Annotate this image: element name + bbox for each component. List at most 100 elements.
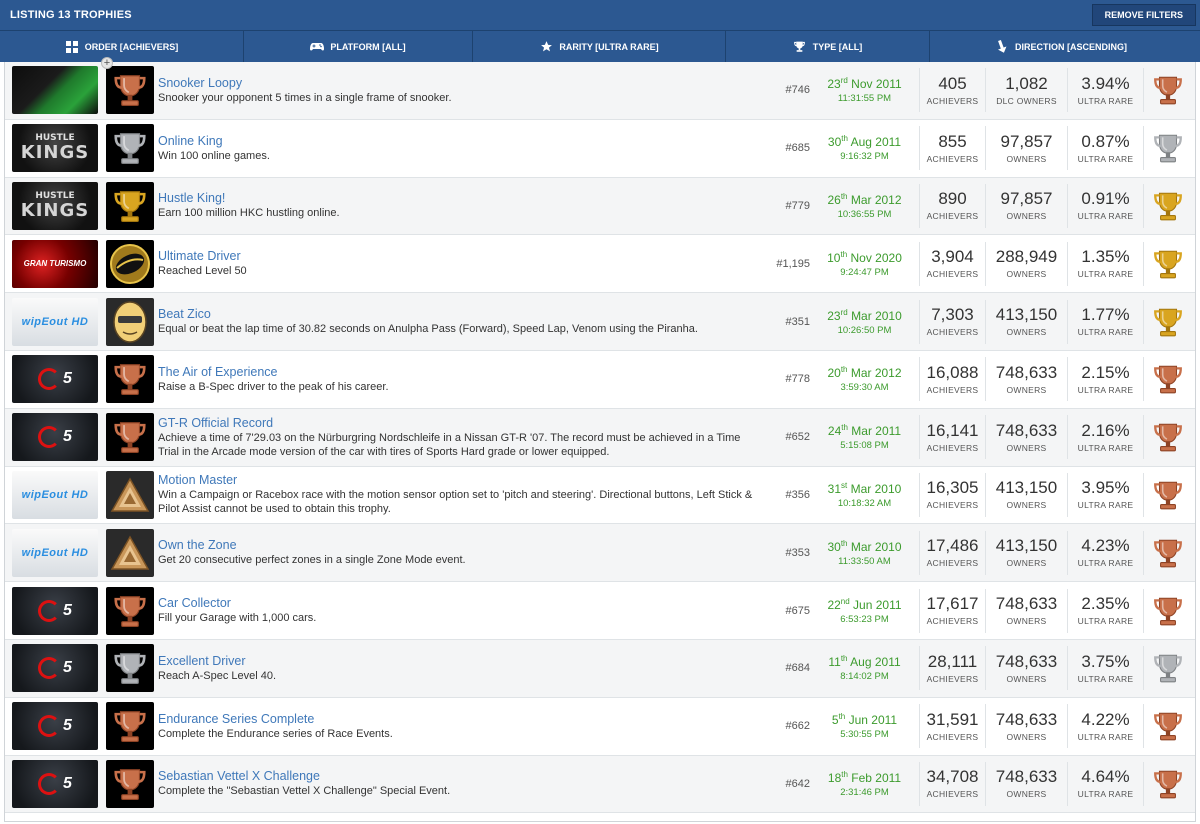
game-image[interactable]: GRAN TURISMO: [12, 239, 98, 288]
trophy-row[interactable]: 5 Endurance Series Complete Complete the …: [5, 697, 1195, 756]
game-image[interactable]: wipEout HD: [12, 528, 98, 577]
trophy-row[interactable]: wipEout HD Own the Zone Get 20 consecutive…: [5, 524, 1195, 583]
trophy-rank: #652: [785, 431, 810, 444]
trophy-row[interactable]: 5 GT-R Official Record Achieve a time of …: [5, 408, 1195, 467]
trophy-description: Win a Campaign or Racebox race with the …: [158, 489, 753, 516]
remove-filters-button[interactable]: REMOVE FILTERS: [1091, 4, 1196, 26]
date-day: 23: [827, 308, 841, 323]
game-image[interactable]: wipEout HD: [12, 470, 98, 519]
trophy-rank: #778: [785, 373, 810, 386]
earned-date: 23rd Nov 2011 11:31:55 PM: [810, 68, 920, 113]
game-image[interactable]: 5: [12, 413, 98, 462]
trophy-name-link[interactable]: Car Collector: [158, 596, 754, 611]
trophy-name-link[interactable]: Motion Master: [158, 473, 754, 488]
game-image[interactable]: 5: [12, 355, 98, 404]
trophy-image[interactable]: [106, 66, 154, 115]
filter-star[interactable]: RARITY [ULTRA RARE]: [472, 31, 725, 62]
date-day: 18: [827, 770, 842, 785]
filter-gamepad[interactable]: PLATFORM [ALL]: [243, 31, 472, 62]
rarity-stat: 2.16% ULTRA RARE: [1068, 415, 1144, 460]
achievers-label: ACHIEVERS: [926, 327, 979, 338]
trophy-icon: [793, 40, 807, 54]
trophy-image[interactable]: [106, 702, 154, 751]
trophy-name-link[interactable]: Endurance Series Complete: [158, 712, 754, 727]
trophy-name-link[interactable]: Sebastian Vettel X Challenge: [158, 769, 754, 784]
trophy-row[interactable]: 5 Excellent Driver Reach A-Spec Level 40.…: [5, 639, 1195, 698]
trophy-row[interactable]: GRAN TURISMO Ultimate Driver Reached Level…: [5, 235, 1195, 294]
trophy-image[interactable]: [106, 124, 154, 173]
trophy-image[interactable]: [106, 355, 154, 404]
trophy-name-link[interactable]: Online King: [158, 134, 754, 149]
trophy-name-link[interactable]: Excellent Driver: [158, 654, 754, 669]
trophy-row[interactable]: wipEout HD Beat Zico Equal or beat the lap…: [5, 293, 1195, 351]
star-icon: [539, 40, 553, 54]
trophy-description: Raise a B-Spec driver to the peak of his…: [158, 380, 389, 393]
rarity-label: ULTRA RARE: [1077, 95, 1134, 106]
trophy-row[interactable]: wipEout HD Motion Master Win a Campaign or…: [5, 466, 1195, 525]
achievers-stat: 7,303 ACHIEVERS: [920, 299, 986, 344]
trophy-image[interactable]: [106, 239, 154, 288]
trophy-name-link[interactable]: Own the Zone: [158, 538, 754, 553]
trophy-image[interactable]: [106, 644, 154, 693]
trophy-name-link[interactable]: The Air of Experience: [158, 365, 754, 380]
owners-count: 748,633: [995, 362, 1058, 382]
trophy-image[interactable]: [106, 759, 154, 808]
trophy-image[interactable]: [106, 297, 154, 346]
expand-plus-icon[interactable]: +: [101, 57, 113, 69]
trophy-info: Snooker Loopy Snooker your opponent 5 tim…: [158, 76, 754, 105]
game-image[interactable]: HUSTLE KINGS: [12, 181, 98, 230]
game-image[interactable]: 5: [12, 586, 98, 635]
trophy-name-link[interactable]: Beat Zico: [158, 307, 754, 322]
rarity-stat: 3.75% ULTRA RARE: [1068, 646, 1144, 691]
trophy-rank: #1,195: [776, 257, 810, 270]
rarity-stat: 0.91% ULTRA RARE: [1068, 183, 1144, 228]
game-image[interactable]: 5: [12, 702, 98, 751]
achievers-label: ACHIEVERS: [926, 95, 979, 106]
earned-time: 10:26:50 PM: [837, 324, 892, 336]
game-image[interactable]: 5: [12, 759, 98, 808]
trophy-name-link[interactable]: Ultimate Driver: [158, 249, 754, 264]
trophy-image[interactable]: [106, 586, 154, 635]
earned-time: 9:16:32 PM: [840, 151, 889, 163]
trophy-name-link[interactable]: Hustle King!: [158, 191, 754, 206]
rarity-label: ULTRA RARE: [1077, 269, 1134, 280]
trophy-row[interactable]: 5 Car Collector Fill your Garage with 1,0…: [5, 582, 1195, 640]
trophy-image[interactable]: [106, 528, 154, 577]
rarity-label: ULTRA RARE: [1077, 327, 1134, 338]
earned-date: 24th Mar 2011 5:15:08 PM: [810, 415, 920, 460]
date-suffix: th: [840, 191, 848, 201]
trophy-name-link[interactable]: GT-R Official Record: [158, 416, 754, 431]
filter-arrow-down[interactable]: DIRECTION [ASCENDING]: [929, 31, 1192, 62]
trophy-name-link[interactable]: Snooker Loopy: [158, 76, 754, 91]
earned-date: 22nd Jun 2011 6:53:23 PM: [810, 588, 920, 633]
game-image[interactable]: [12, 66, 98, 115]
game-image[interactable]: 5: [12, 644, 98, 693]
gamepad-icon: [310, 40, 325, 54]
trophy-image[interactable]: [106, 413, 154, 462]
trophy-row[interactable]: HUSTLE KINGS Hustle King! Earn 100 million…: [5, 177, 1195, 236]
trophy-row[interactable]: + Snooker Loopy Snooker your opponent 5 ti…: [5, 57, 1195, 120]
trophy-row[interactable]: HUSTLE KINGS Online King Win 100 online ga…: [5, 119, 1195, 178]
game-image[interactable]: wipEout HD: [12, 297, 98, 346]
owners-label: OWNERS: [1006, 153, 1047, 164]
achievers-label: ACHIEVERS: [926, 269, 979, 280]
game-image[interactable]: HUSTLE KINGS: [12, 124, 98, 173]
trophy-row[interactable]: 5 The Air of Experience Raise a B-Spec dr…: [5, 350, 1195, 409]
trophy-info: Online King Win 100 online games.: [158, 134, 754, 163]
trophy-image[interactable]: [106, 470, 154, 519]
trophy-image[interactable]: [106, 181, 154, 230]
rarity-label: ULTRA RARE: [1077, 616, 1134, 627]
achievers-count: 28,111: [927, 651, 978, 671]
trophy-rank: #351: [785, 315, 810, 328]
trophy-info: Excellent Driver Reach A-Spec Level 40.: [158, 654, 754, 683]
date-suffix: nd: [840, 596, 850, 606]
trophy-list: + Snooker Loopy Snooker your opponent 5 ti…: [4, 57, 1196, 822]
date-suffix: th: [840, 538, 848, 548]
date-suffix: th: [838, 712, 846, 722]
date-day: 10: [827, 250, 841, 265]
date-month-year: Jun 2011: [848, 713, 898, 728]
trophy-row[interactable]: 5 Sebastian Vettel X Challenge Complete t…: [5, 755, 1195, 814]
filter-grid[interactable]: ORDER [ACHIEVERS]: [0, 31, 243, 62]
owners-stat: 97,857 OWNERS: [986, 183, 1068, 228]
filter-trophy[interactable]: TYPE [ALL]: [725, 31, 929, 62]
